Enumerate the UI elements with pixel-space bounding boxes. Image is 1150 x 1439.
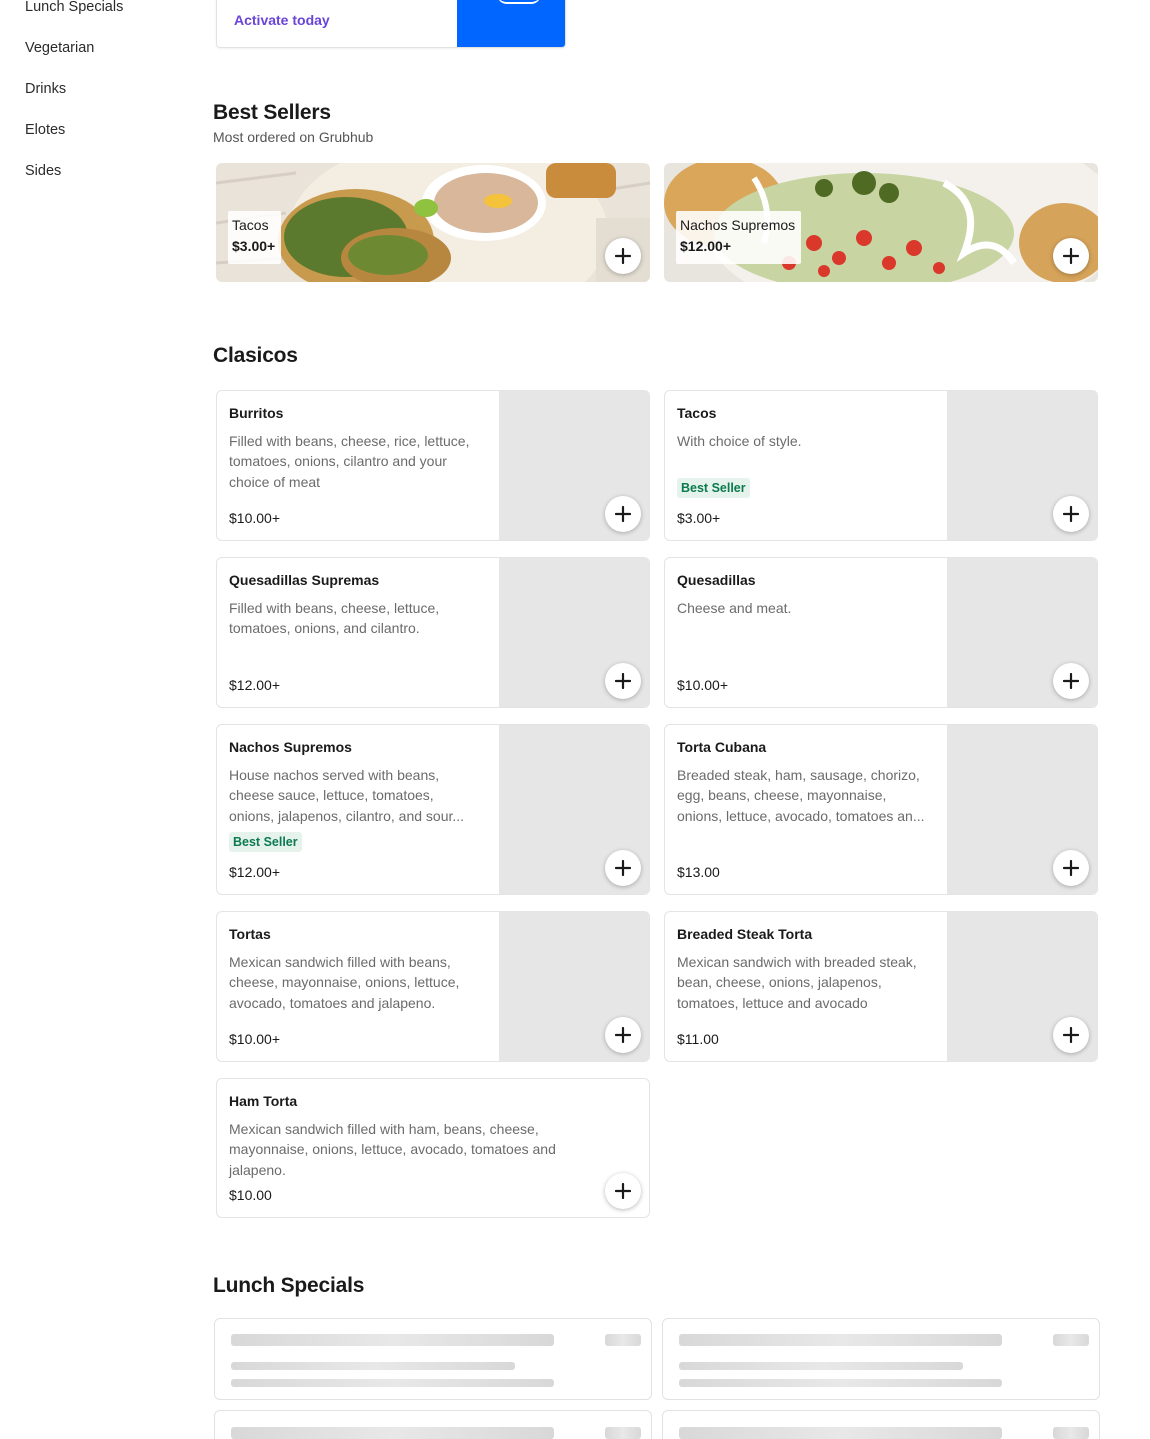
menu-item-price: $3.00+: [677, 510, 721, 526]
prime-smile-icon: [497, 0, 541, 4]
add-nachos-supremos-button[interactable]: [1053, 238, 1089, 274]
add-item-button[interactable]: [605, 496, 641, 532]
menu-item-card[interactable]: Tortas Mexican sandwich filled with bean…: [216, 911, 650, 1062]
plus-icon: [615, 248, 631, 264]
menu-item-card[interactable]: Quesadillas Cheese and meat. $10.00+: [664, 557, 1098, 708]
sidebar-item-vegetarian[interactable]: Vegetarian: [25, 35, 195, 76]
menu-item-price: $13.00: [677, 864, 720, 880]
add-tacos-button[interactable]: [605, 238, 641, 274]
plus-icon: [615, 1183, 631, 1199]
best-sellers-title: Best Sellers: [213, 101, 331, 124]
menu-item-name: Tacos: [677, 405, 717, 421]
prime-brand-shape: [457, 0, 565, 47]
prime-activate-link[interactable]: Activate today: [234, 12, 330, 28]
best-seller-badge: Best Seller: [229, 832, 302, 852]
menu-item-card[interactable]: Tacos With choice of style. Best Seller …: [664, 390, 1098, 541]
menu-item-description: Breaded steak, ham, sausage, chorizo, eg…: [677, 767, 925, 824]
sidebar-item-lunch-specials[interactable]: Lunch Specials: [25, 0, 195, 35]
skeleton-line: [679, 1427, 1002, 1439]
skeleton-line: [231, 1334, 554, 1346]
menu-item-price: $10.00+: [229, 510, 280, 526]
best-seller-label: Nachos Supremos $12.00+: [676, 211, 802, 264]
menu-item-price: $12.00+: [229, 864, 280, 880]
add-item-button[interactable]: [1053, 663, 1089, 699]
best-seller-price: $3.00+: [232, 238, 276, 254]
skeleton-line: [231, 1362, 515, 1370]
plus-icon: [1063, 248, 1079, 264]
skeleton-line: [231, 1427, 554, 1439]
add-item-button[interactable]: [1053, 1017, 1089, 1053]
menu-item-card[interactable]: Quesadillas Supremas Filled with beans, …: [216, 557, 650, 708]
menu-item-price: $11.00: [677, 1031, 719, 1047]
menu-item-description: Mexican sandwich filled with beans, chee…: [229, 954, 460, 1011]
sidebar-item-sides[interactable]: Sides: [25, 158, 195, 199]
menu-item-price: $10.00+: [229, 1031, 280, 1047]
menu-item-description: Mexican sandwich with breaded steak, bea…: [677, 954, 917, 1011]
loading-skeleton-card: [662, 1318, 1100, 1400]
plus-icon: [615, 1027, 631, 1043]
best-seller-label: Tacos $3.00+: [228, 211, 282, 264]
sidebar-item-elotes[interactable]: Elotes: [25, 117, 195, 158]
plus-icon: [615, 673, 631, 689]
skeleton-line: [1053, 1427, 1089, 1439]
category-sidebar: Lunch Specials Vegetarian Drinks Elotes …: [25, 0, 195, 199]
plus-icon: [615, 860, 631, 876]
skeleton-line: [679, 1379, 1002, 1387]
add-item-button[interactable]: [605, 850, 641, 886]
menu-item-name: Tortas: [229, 926, 271, 942]
menu-item-description: Cheese and meat.: [677, 600, 792, 616]
loading-skeleton-card: [662, 1410, 1100, 1439]
menu-item-name: Burritos: [229, 405, 284, 421]
skeleton-line: [1053, 1334, 1089, 1346]
menu-item-description: Mexican sandwich filled with ham, beans,…: [229, 1121, 556, 1178]
skeleton-line: [679, 1362, 963, 1370]
add-item-button[interactable]: [1053, 496, 1089, 532]
lunch-specials-title: Lunch Specials: [213, 1274, 365, 1297]
plus-icon: [1063, 506, 1079, 522]
plus-icon: [1063, 673, 1079, 689]
best-seller-price: $12.00+: [680, 238, 731, 254]
best-sellers-subtitle: Most ordered on Grubhub: [213, 129, 374, 145]
menu-item-description: Filled with beans, cheese, lettuce, toma…: [229, 600, 440, 637]
menu-item-price: $10.00: [229, 1187, 272, 1203]
skeleton-line: [605, 1427, 641, 1439]
menu-item-card[interactable]: Nachos Supremos House nachos served with…: [216, 724, 650, 895]
loading-skeleton-card: [214, 1410, 652, 1439]
prime-banner[interactable]: Activate today prime: [216, 0, 566, 48]
menu-item-card[interactable]: Torta Cubana Breaded steak, ham, sausage…: [664, 724, 1098, 895]
skeleton-line: [679, 1334, 1002, 1346]
add-item-button[interactable]: [1053, 850, 1089, 886]
add-item-button[interactable]: [605, 1173, 641, 1209]
tacos-photo: [216, 163, 650, 282]
menu-item-name: Nachos Supremos: [229, 739, 352, 755]
menu-item-name: Torta Cubana: [677, 739, 767, 755]
skeleton-line: [605, 1334, 641, 1346]
best-seller-badge: Best Seller: [677, 478, 750, 498]
menu-item-description: House nachos served with beans, cheese s…: [229, 767, 465, 824]
clasicos-title: Clasicos: [213, 344, 298, 367]
menu-item-price: $10.00+: [677, 677, 728, 693]
menu-item-name: Ham Torta: [229, 1093, 298, 1109]
best-seller-card-tacos[interactable]: Tacos $3.00+: [216, 163, 650, 282]
best-seller-name: Nachos Supremos: [680, 217, 796, 233]
menu-item-description: Filled with beans, cheese, rice, lettuce…: [229, 433, 470, 490]
menu-item-card[interactable]: Burritos Filled with beans, cheese, rice…: [216, 390, 650, 541]
loading-skeleton-card: [214, 1318, 652, 1400]
menu-item-name: Quesadillas: [677, 572, 756, 588]
add-item-button[interactable]: [605, 1017, 641, 1053]
menu-item-name: Quesadillas Supremas: [229, 572, 380, 588]
skeleton-line: [231, 1379, 554, 1387]
plus-icon: [1063, 860, 1079, 876]
plus-icon: [615, 506, 631, 522]
add-item-button[interactable]: [605, 663, 641, 699]
menu-item-price: $12.00+: [229, 677, 280, 693]
sidebar-item-drinks[interactable]: Drinks: [25, 76, 195, 117]
menu-item-description: With choice of style.: [677, 433, 802, 449]
menu-item-card[interactable]: Breaded Steak Torta Mexican sandwich wit…: [664, 911, 1098, 1062]
menu-item-name: Breaded Steak Torta: [677, 926, 813, 942]
best-seller-card-nachos-supremos[interactable]: Nachos Supremos $12.00+: [664, 163, 1098, 282]
best-seller-name: Tacos: [232, 217, 269, 233]
plus-icon: [1063, 1027, 1079, 1043]
menu-item-card[interactable]: Ham Torta Mexican sandwich filled with h…: [216, 1078, 650, 1218]
